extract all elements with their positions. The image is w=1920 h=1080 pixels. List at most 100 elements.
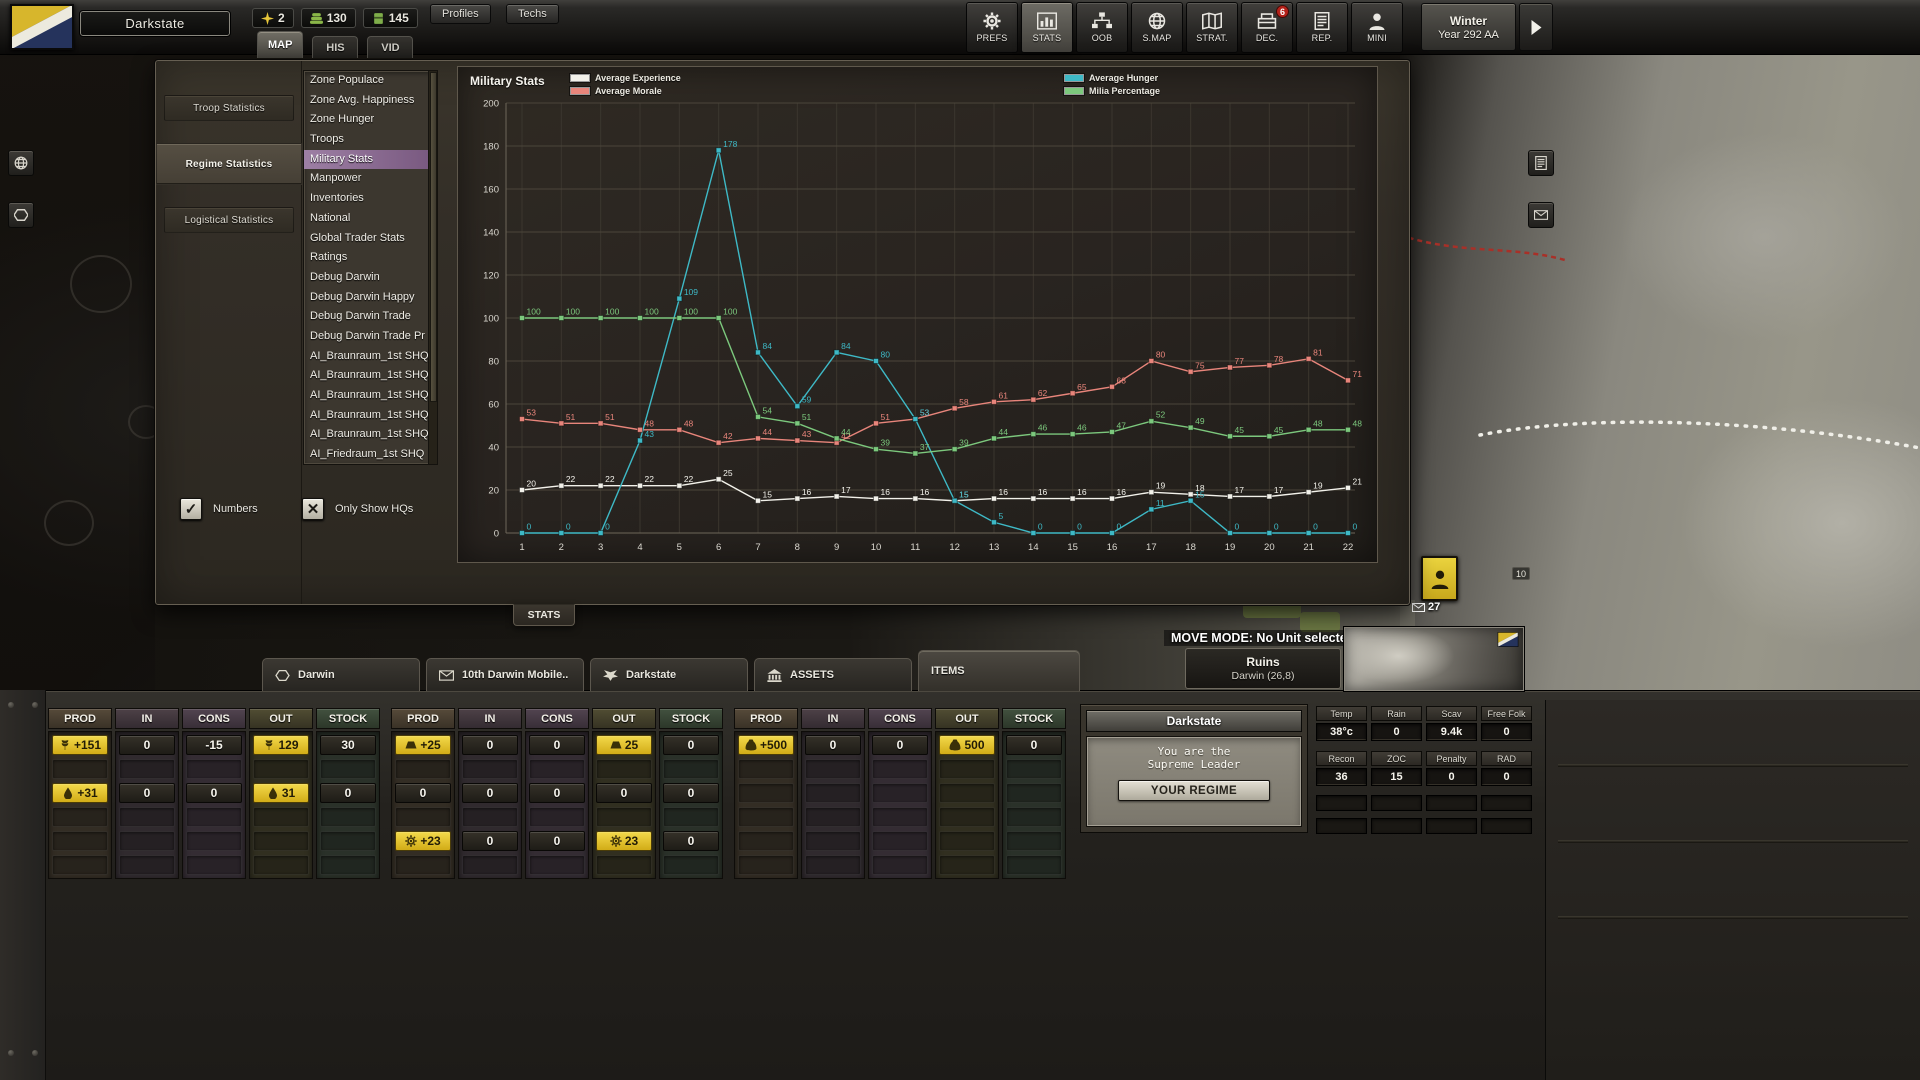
- list-item-debug-darwin[interactable]: Debug Darwin: [304, 268, 437, 288]
- list-item-ai-braunraum-1st-shq[interactable]: AI_Braunraum_1st SHQ: [304, 425, 437, 445]
- tab-vid[interactable]: VID: [367, 36, 413, 58]
- resource-cell[interactable]: 31: [253, 783, 309, 803]
- profiles-button[interactable]: Profiles: [430, 4, 491, 24]
- nav-mini-button[interactable]: MINI: [1351, 2, 1403, 53]
- scrollbar-thumb[interactable]: [430, 72, 437, 402]
- bottom-tab-items[interactable]: ITEMS: [918, 650, 1080, 691]
- stats-window-tab[interactable]: STATS: [513, 604, 575, 626]
- crater-decoration: [44, 500, 94, 546]
- list-item-debug-darwin-trade[interactable]: Debug Darwin Trade: [304, 307, 437, 327]
- resource-cell[interactable]: 0: [462, 831, 518, 851]
- resource-cell[interactable]: 0: [663, 831, 719, 851]
- list-scrollbar[interactable]: [428, 71, 437, 464]
- resource-cell[interactable]: 0: [395, 783, 451, 803]
- resource-cell[interactable]: 30: [320, 735, 376, 755]
- map-tool-button[interactable]: [8, 150, 34, 176]
- resource-cell[interactable]: 0: [119, 783, 175, 803]
- list-item-ai-braunraum-1st-shq[interactable]: AI_Braunraum_1st SHQ: [304, 347, 437, 367]
- svg-text:13: 13: [989, 542, 1000, 553]
- resource-cell[interactable]: 129: [253, 735, 309, 755]
- list-item-troops[interactable]: Troops: [304, 130, 437, 150]
- sidebar-item-logistical-statistics[interactable]: Logistical Statistics: [164, 207, 294, 233]
- resource-cell[interactable]: 0: [186, 783, 242, 803]
- resource-cell[interactable]: 0: [596, 783, 652, 803]
- sidebar-item-troop-statistics[interactable]: Troop Statistics: [164, 95, 294, 121]
- list-item-zone-populace[interactable]: Zone Populace: [304, 71, 437, 91]
- resource-cell[interactable]: 500: [939, 735, 995, 755]
- tab-map[interactable]: MAP: [257, 31, 303, 58]
- svg-text:17: 17: [1235, 485, 1245, 495]
- list-item-zone-avg-happiness[interactable]: Zone Avg. Happiness: [304, 91, 437, 111]
- nav-s-map-button[interactable]: S.MAP: [1131, 2, 1183, 53]
- resource-cell[interactable]: 0: [320, 783, 376, 803]
- nav-strat-button[interactable]: STRAT.: [1186, 2, 1238, 53]
- wheat-icon: [263, 739, 275, 751]
- resource-cell[interactable]: 0: [805, 735, 861, 755]
- resource-cell[interactable]: 0: [872, 735, 928, 755]
- location-panel[interactable]: Ruins Darwin (26,8): [1185, 648, 1341, 689]
- resource-slot-empty: [872, 783, 928, 803]
- tab-his[interactable]: HIS: [312, 36, 358, 58]
- nav-stats-button[interactable]: STATS: [1021, 2, 1073, 53]
- nav-oob-button[interactable]: OOB: [1076, 2, 1128, 53]
- nav-prefs-button[interactable]: PREFS: [966, 2, 1018, 53]
- resource-credits[interactable]: 130: [301, 8, 356, 28]
- resource-cell[interactable]: 25: [596, 735, 652, 755]
- bottom-tab-assets[interactable]: ASSETS: [754, 658, 912, 691]
- numbers-checkbox[interactable]: ✓: [180, 498, 202, 520]
- resource-cell[interactable]: +23: [395, 831, 451, 851]
- resource-political-points[interactable]: 2: [252, 8, 294, 28]
- regime-flag[interactable]: [10, 4, 74, 50]
- resource-cell[interactable]: 0: [462, 783, 518, 803]
- svg-text:20: 20: [527, 479, 537, 489]
- list-item-debug-darwin-trade-pr[interactable]: Debug Darwin Trade Pr: [304, 327, 437, 347]
- nav-rep-button[interactable]: REP.: [1296, 2, 1348, 53]
- resource-cell[interactable]: 0: [119, 735, 175, 755]
- list-item-ai-braunraum-1st-shq[interactable]: AI_Braunraum_1st SHQ: [304, 366, 437, 386]
- resource-fuel[interactable]: 145: [363, 8, 418, 28]
- list-item-zone-hunger[interactable]: Zone Hunger: [304, 110, 437, 130]
- techs-button[interactable]: Techs: [506, 4, 559, 24]
- end-turn-button[interactable]: [1519, 3, 1553, 51]
- list-item-inventories[interactable]: Inventories: [304, 189, 437, 209]
- resource-cell[interactable]: 0: [1006, 735, 1062, 755]
- resource-cell[interactable]: +25: [395, 735, 451, 755]
- resource-cell[interactable]: -15: [186, 735, 242, 755]
- resource-cell[interactable]: 0: [529, 735, 585, 755]
- map-tool-button[interactable]: [1528, 202, 1554, 228]
- only-show-hqs-checkbox[interactable]: ✕: [302, 498, 324, 520]
- resource-cell[interactable]: 23: [596, 831, 652, 851]
- bottom-tab-darwin[interactable]: Darwin: [262, 658, 420, 691]
- list-item-ai-braunraum-1st-shq[interactable]: AI_Braunraum_1st SHQ: [304, 406, 437, 426]
- resource-cell[interactable]: +31: [52, 783, 108, 803]
- resource-cell[interactable]: 0: [529, 831, 585, 851]
- resource-cell[interactable]: +151: [52, 735, 108, 755]
- resource-cell[interactable]: 0: [529, 783, 585, 803]
- bottom-tab-label: Darkstate: [626, 669, 676, 681]
- list-item-ai-friedraum-1st-shq[interactable]: AI_Friedraum_1st SHQ: [304, 445, 437, 465]
- regime-panel: Darkstate You are the Supreme Leader YOU…: [1080, 704, 1308, 833]
- list-item-military-stats[interactable]: Military Stats: [304, 150, 437, 170]
- resource-cell[interactable]: 0: [663, 735, 719, 755]
- list-item-ratings[interactable]: Ratings: [304, 248, 437, 268]
- resource-cell[interactable]: +500: [738, 735, 794, 755]
- nav-dec-button[interactable]: 6DEC.: [1241, 2, 1293, 53]
- bottom-tab-10th-darwin-mobile[interactable]: 10th Darwin Mobile..: [426, 658, 584, 691]
- list-item-national[interactable]: National: [304, 209, 437, 229]
- list-item-ai-braunraum-1st-shq[interactable]: AI_Braunraum_1st SHQ: [304, 386, 437, 406]
- bottom-tab-label: ITEMS: [931, 665, 965, 677]
- your-regime-button[interactable]: YOUR REGIME: [1118, 780, 1270, 801]
- resource-cell-value: 500: [964, 738, 984, 752]
- resource-cell[interactable]: 0: [663, 783, 719, 803]
- map-tool-button[interactable]: [8, 202, 34, 228]
- resource-cell[interactable]: 0: [462, 735, 518, 755]
- list-item-debug-darwin-happy[interactable]: Debug Darwin Happy: [304, 288, 437, 308]
- sidebar-item-regime-statistics[interactable]: Regime Statistics: [156, 143, 302, 185]
- list-item-manpower[interactable]: Manpower: [304, 169, 437, 189]
- list-item-global-trader-stats[interactable]: Global Trader Stats: [304, 229, 437, 249]
- resource-cell-value: 0: [487, 738, 494, 752]
- map-unit-counter[interactable]: [1421, 556, 1458, 601]
- econ-column-in: IN00: [115, 708, 179, 879]
- map-tool-button[interactable]: [1528, 150, 1554, 176]
- bottom-tab-darkstate[interactable]: Darkstate: [590, 658, 748, 691]
